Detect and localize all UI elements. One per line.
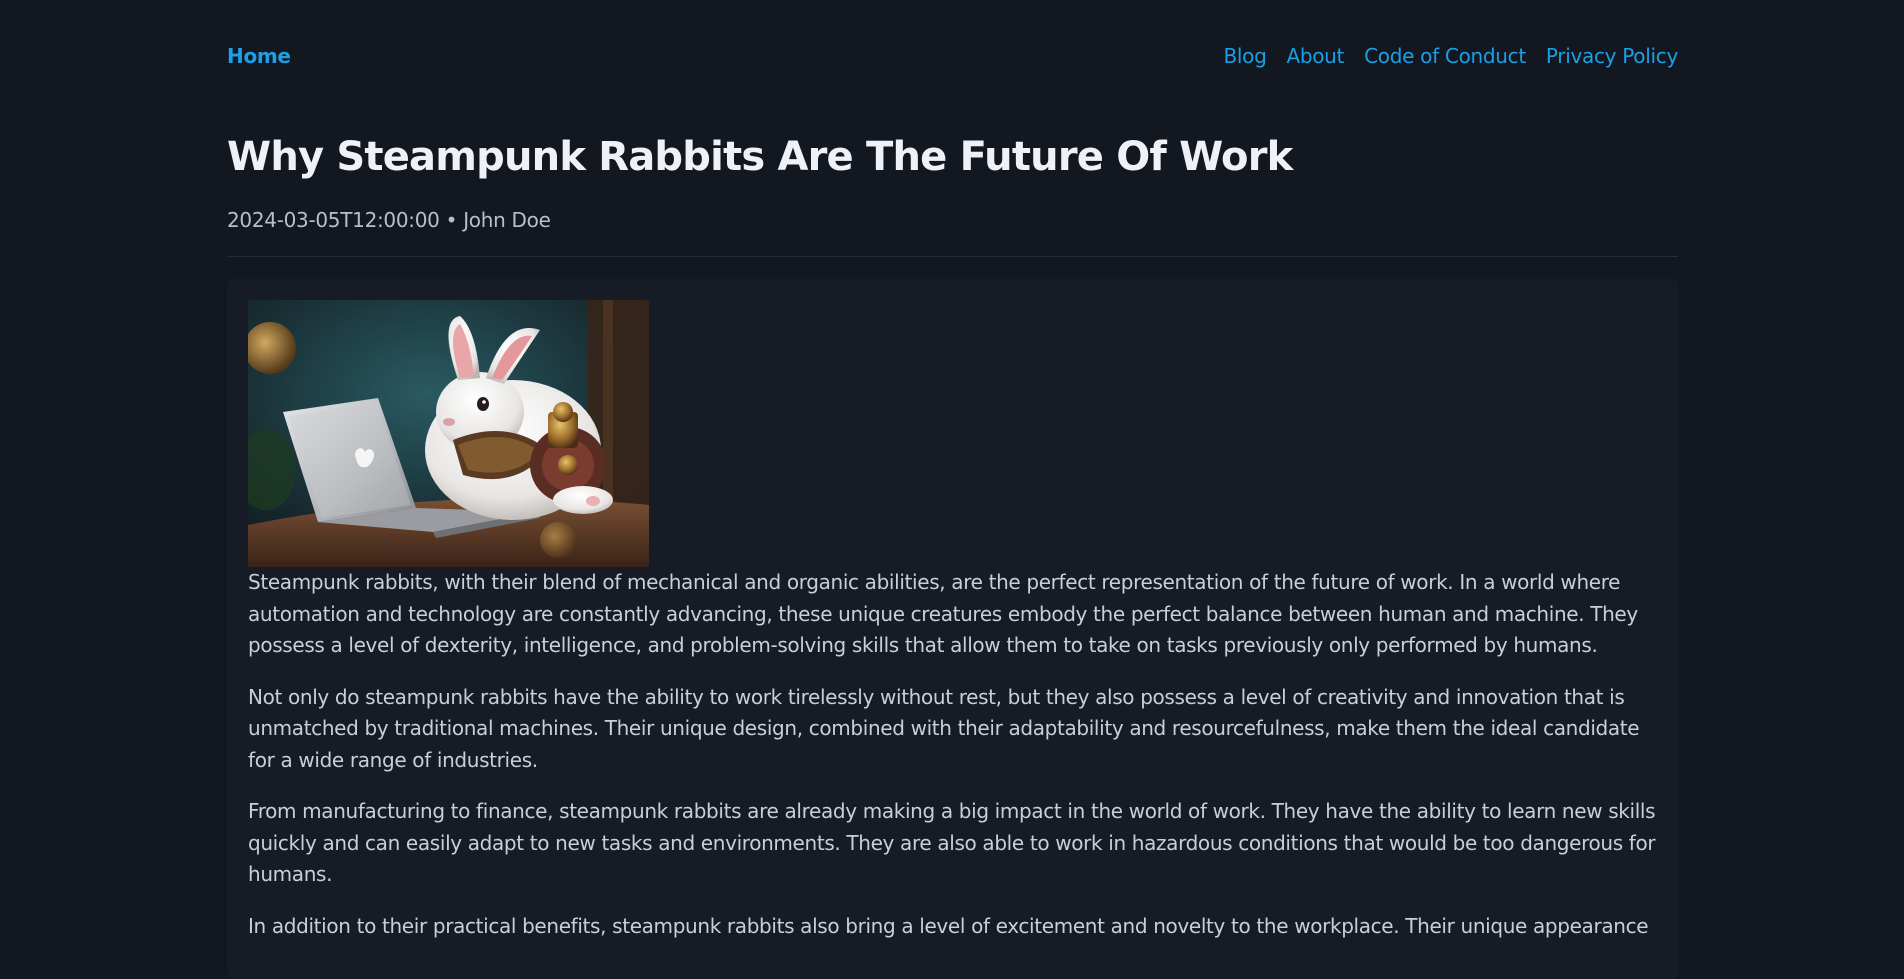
- post-paragraph-1: Steampunk rabbits, with their blend of m…: [248, 570, 1638, 657]
- post-paragraph-4: In addition to their practical benefits,…: [248, 913, 1649, 938]
- nav-code-of-conduct-link[interactable]: Code of Conduct: [1364, 44, 1526, 68]
- nav-about-link[interactable]: About: [1286, 44, 1344, 68]
- post-paragraph-2: Not only do steampunk rabbits have the a…: [248, 684, 1640, 772]
- post-hero-image: [248, 300, 649, 567]
- post-date: 2024-03-05T12:00:00: [227, 208, 440, 232]
- header-divider: [227, 256, 1678, 257]
- post-paragraph-3: From manufacturing to finance, steampunk…: [248, 799, 1656, 886]
- post-body: Steampunk rabbits, with their blend of m…: [227, 279, 1678, 979]
- nav-links: Blog About Code of Conduct Privacy Polic…: [1223, 44, 1678, 68]
- meta-separator: •: [445, 208, 458, 232]
- post-content: Steampunk rabbits, with their blend of m…: [248, 300, 1658, 962]
- post-meta: 2024-03-05T12:00:00 • John Doe: [227, 208, 551, 232]
- nav-blog-link[interactable]: Blog: [1223, 44, 1266, 68]
- post-author: John Doe: [463, 208, 551, 232]
- nav-privacy-policy-link[interactable]: Privacy Policy: [1546, 44, 1678, 68]
- post-title: Why Steampunk Rabbits Are The Future Of …: [227, 134, 1293, 180]
- nav-home-link[interactable]: Home: [227, 44, 291, 68]
- top-nav: Home Blog About Code of Conduct Privacy …: [227, 44, 1678, 70]
